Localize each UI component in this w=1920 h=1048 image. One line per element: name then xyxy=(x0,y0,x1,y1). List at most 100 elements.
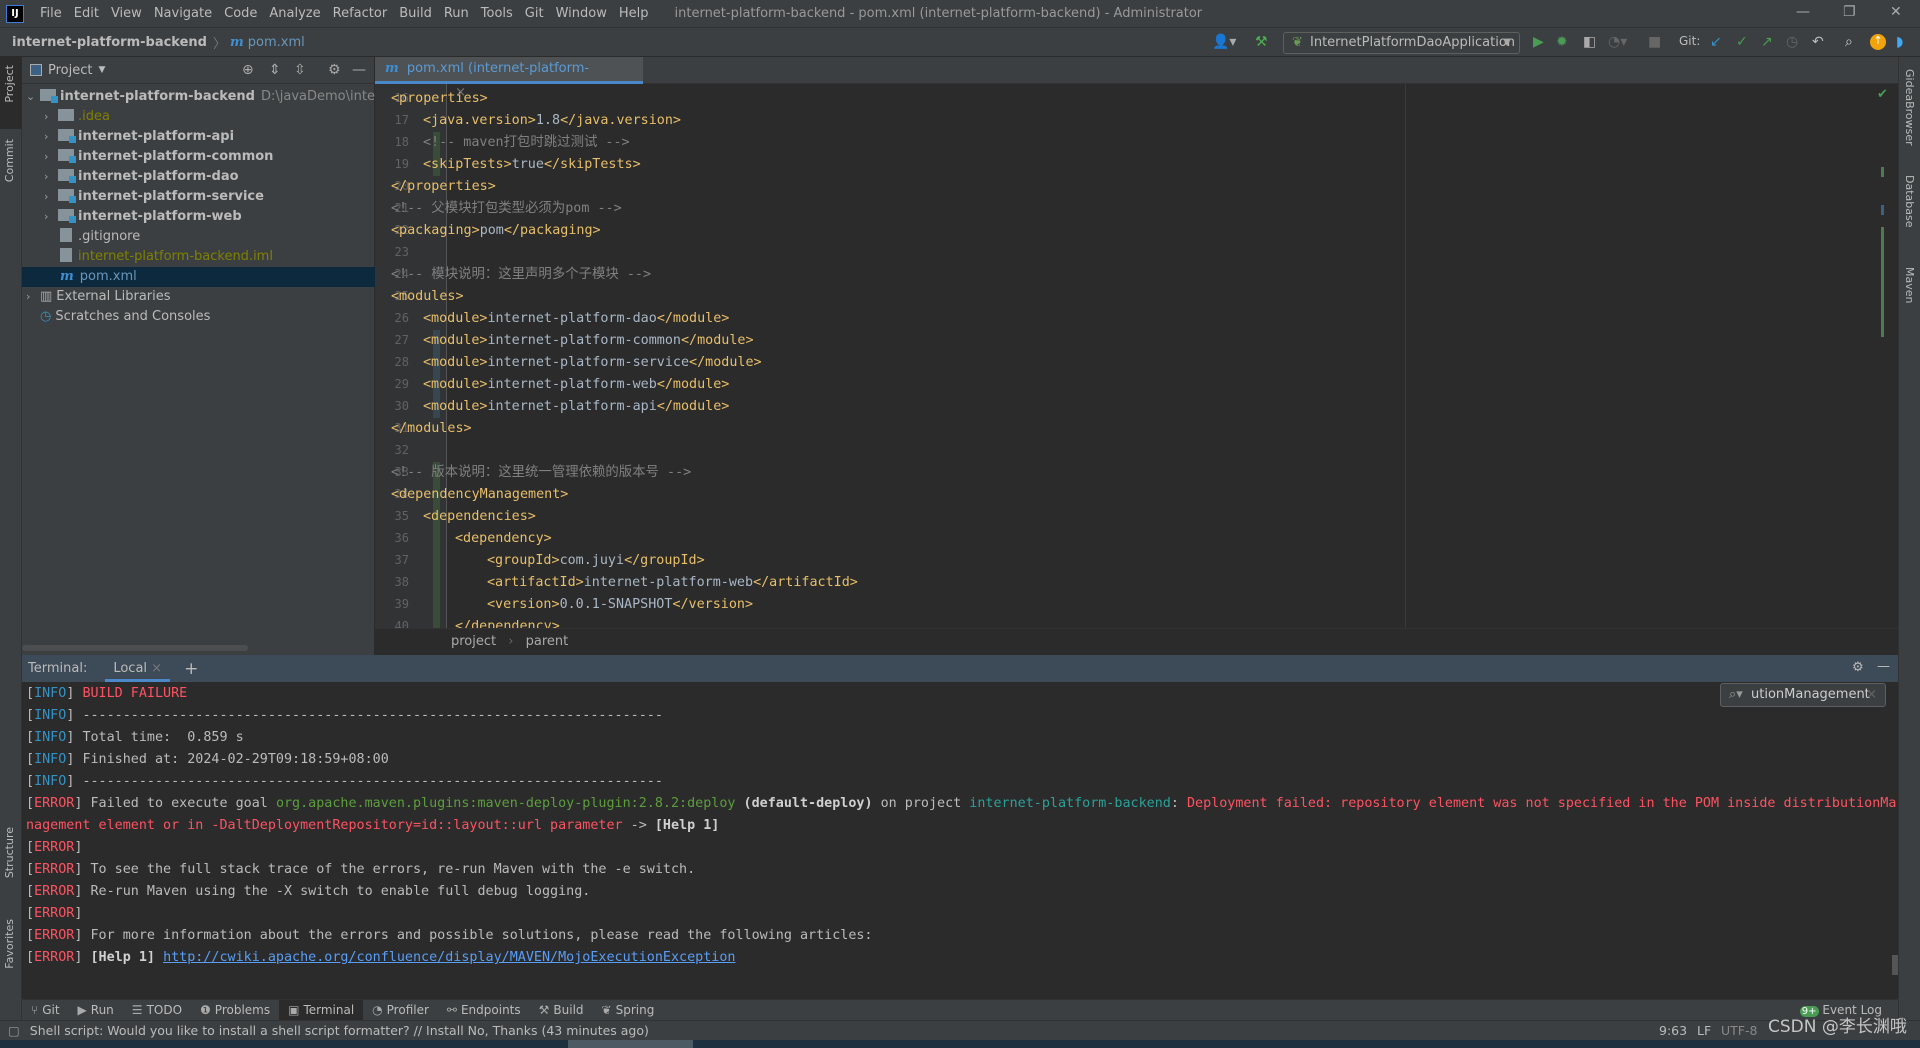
tool-window-problems[interactable]: ❶ Problems xyxy=(191,1000,279,1021)
locate-icon[interactable]: ⊕ xyxy=(242,62,254,78)
profile-icon[interactable]: ◔▾ xyxy=(1608,34,1627,50)
stripe-favorites[interactable]: Favorites xyxy=(3,919,16,969)
rollback-icon[interactable]: ↶ xyxy=(1812,34,1824,50)
gear-icon[interactable]: ⚙ xyxy=(328,62,341,78)
tool-window-spring[interactable]: ❦ Spring xyxy=(593,1000,664,1021)
tree-item[interactable]: internet-platform-backend.iml xyxy=(22,247,375,267)
debug-icon[interactable]: ✹ xyxy=(1556,34,1568,50)
tool-window-profiler[interactable]: ◔ Profiler xyxy=(363,1000,438,1021)
history-icon[interactable]: ◷ xyxy=(1786,34,1798,50)
tree-external-libraries[interactable]: › ▥ External Libraries xyxy=(22,287,375,307)
tree-item[interactable]: › internet-platform-common xyxy=(22,147,375,167)
menu-tools[interactable]: Tools xyxy=(475,6,519,21)
new-tab-button[interactable]: + xyxy=(184,659,198,679)
git-commit-icon[interactable]: ✓ xyxy=(1736,34,1748,50)
status-message[interactable]: Shell script: Would you like to install … xyxy=(30,1023,649,1038)
chevron-right-icon[interactable]: › xyxy=(44,167,58,187)
nav-file[interactable]: pom.xml xyxy=(248,35,305,50)
git-update-icon[interactable]: ↙ xyxy=(1710,34,1722,50)
update-icon[interactable]: ↑ xyxy=(1870,34,1886,50)
help-link[interactable]: http://cwiki.apache.org/confluence/displ… xyxy=(163,950,735,965)
chevron-right-icon[interactable]: › xyxy=(44,127,58,147)
menu-run[interactable]: Run xyxy=(438,6,475,21)
stripe-project[interactable]: Project xyxy=(3,65,16,103)
terminal-scrollbar[interactable] xyxy=(1892,955,1898,975)
hide-icon[interactable]: — xyxy=(352,62,366,78)
tab-pom-xml[interactable]: m pom.xml (internet-platform-backend) × xyxy=(375,57,643,100)
tree-item[interactable]: › internet-platform-dao xyxy=(22,167,375,187)
chevron-right-icon[interactable]: › xyxy=(44,207,58,227)
line-number: 30 xyxy=(394,399,409,413)
terminal-search-input[interactable]: ⌕▾ utionManagement × xyxy=(1720,683,1886,707)
change-marker-added[interactable] xyxy=(433,572,440,594)
gear-icon[interactable]: ⚙ xyxy=(1852,660,1864,675)
editor: m pom.xml (internet-platform-backend) × … xyxy=(375,57,1898,655)
collapse-all-icon[interactable]: ⇳ xyxy=(294,62,306,78)
stripe-commit[interactable]: Commit xyxy=(3,139,16,182)
token-text: internet-platform-web xyxy=(583,575,754,590)
tree-item[interactable]: › .idea xyxy=(22,107,375,127)
menu-file[interactable]: File xyxy=(34,6,68,21)
horizontal-scrollbar[interactable] xyxy=(22,645,248,651)
line-separator[interactable]: LF xyxy=(1697,1021,1711,1040)
change-marker-added[interactable] xyxy=(433,594,440,616)
menu-git[interactable]: Git xyxy=(519,6,550,21)
project-view-select[interactable]: Project xyxy=(48,63,92,78)
minimize-button[interactable]: — xyxy=(1796,4,1810,20)
tool-window-git[interactable]: ⑂ Git xyxy=(22,1000,69,1021)
menu-build[interactable]: Build xyxy=(393,6,438,21)
change-marker-added[interactable] xyxy=(433,528,440,550)
stripe-database[interactable]: Database xyxy=(1903,175,1916,228)
menu-refactor[interactable]: Refactor xyxy=(327,6,394,21)
run-config-select[interactable]: ❦ InternetPlatformDaoApplication ▼ xyxy=(1283,32,1520,54)
tree-item[interactable]: › internet-platform-api xyxy=(22,127,375,147)
tree-root[interactable]: ⌄ internet-platform-backend D:\javaDemo\in… xyxy=(22,87,421,107)
tool-window-run[interactable]: ▶ Run xyxy=(69,1000,123,1021)
user-icon[interactable]: 👤▾ xyxy=(1212,34,1236,50)
menu-analyze[interactable]: Analyze xyxy=(263,6,326,21)
hide-icon[interactable]: — xyxy=(1877,659,1890,674)
tool-window-build[interactable]: ⚒ Build xyxy=(530,1000,593,1021)
chevron-right-icon[interactable]: › xyxy=(44,147,58,167)
terminal-token: Finished at: 2024-02-29T09:18:59+08:00 xyxy=(82,752,389,767)
stripe-maven[interactable]: Maven xyxy=(1903,267,1916,303)
chevron-right-icon[interactable]: › xyxy=(44,187,58,207)
file-encoding[interactable]: UTF-8 xyxy=(1721,1021,1757,1040)
menu-navigate[interactable]: Navigate xyxy=(148,6,218,21)
stripe-structure[interactable]: Structure xyxy=(3,827,16,878)
expand-all-icon[interactable]: ⇕ xyxy=(269,62,281,78)
menu-window[interactable]: Window xyxy=(550,6,613,21)
coverage-icon[interactable]: ◧ xyxy=(1583,34,1596,50)
clear-search-icon[interactable]: × xyxy=(1866,684,1877,706)
menu-view[interactable]: View xyxy=(105,6,148,21)
plugin-icon[interactable]: ◗ xyxy=(1896,34,1903,50)
terminal-token: INFO xyxy=(34,686,67,701)
nav-project[interactable]: internet-platform-backend xyxy=(12,35,207,50)
change-marker-added[interactable] xyxy=(433,550,440,572)
restore-button[interactable]: ❐ xyxy=(1843,4,1856,20)
tool-window-terminal[interactable]: ▣ Terminal xyxy=(279,999,364,1021)
tree-item[interactable]: m pom.xml xyxy=(22,267,375,287)
run-icon[interactable]: ▶ xyxy=(1533,34,1544,50)
tool-window-todo[interactable]: ☰ TODO xyxy=(123,1000,191,1021)
menu-edit[interactable]: Edit xyxy=(68,6,105,21)
search-icon[interactable]: ⌕ xyxy=(1845,34,1853,50)
git-push-icon[interactable]: ↗ xyxy=(1761,34,1773,50)
breadcrumb-parent[interactable]: parent xyxy=(526,634,569,649)
tool-window-endpoints[interactable]: ⚯ Endpoints xyxy=(438,1000,530,1021)
terminal-token: BUILD FAILURE xyxy=(82,686,188,701)
stop-icon[interactable]: ■ xyxy=(1648,34,1661,50)
tree-item[interactable]: › internet-platform-service xyxy=(22,187,375,207)
caret-position[interactable]: 9:63 xyxy=(1659,1021,1687,1040)
tree-item[interactable]: .gitignore xyxy=(22,227,375,247)
tree-scratches[interactable]: ◷ Scratches and Consoles xyxy=(22,307,375,327)
chevron-right-icon[interactable]: › xyxy=(44,107,58,127)
stripe-gidea-browser[interactable]: GideaBrowser xyxy=(1903,69,1916,146)
menu-help[interactable]: Help xyxy=(613,6,655,21)
breadcrumb-project[interactable]: project xyxy=(451,634,496,649)
tab-local[interactable]: Local × xyxy=(105,655,171,682)
build-hammer-icon[interactable]: ⚒ xyxy=(1255,34,1268,50)
close-button[interactable]: ✕ xyxy=(1890,4,1902,20)
menu-code[interactable]: Code xyxy=(218,6,263,21)
tree-item[interactable]: › internet-platform-web xyxy=(22,207,375,227)
